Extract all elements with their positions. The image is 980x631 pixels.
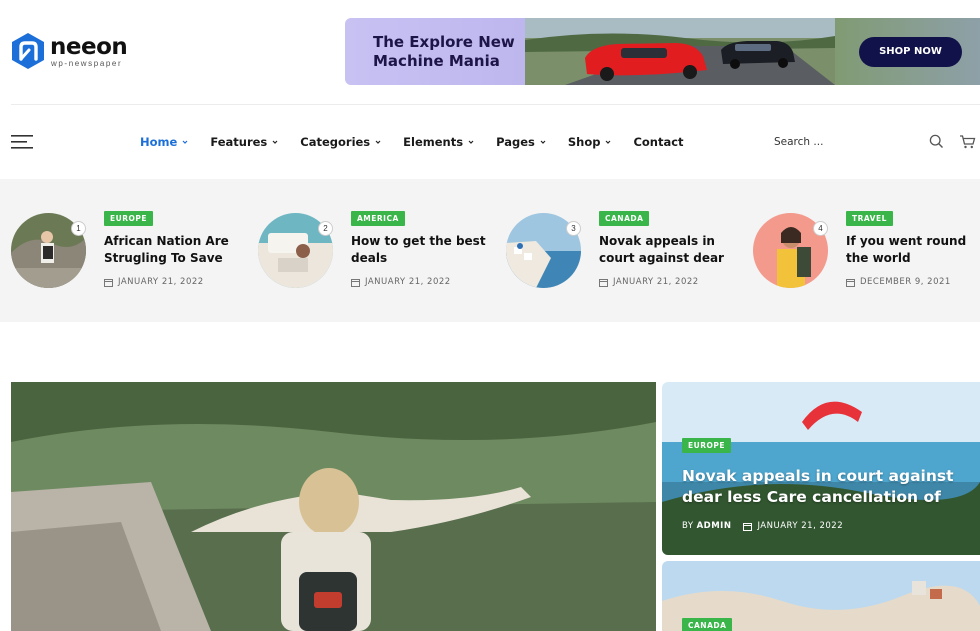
trending-date: JANUARY 21, 2022: [104, 277, 204, 287]
calendar-icon: [846, 278, 855, 287]
chevron-down-icon: [272, 140, 278, 144]
rank-badge: 4: [813, 221, 828, 236]
category-badge[interactable]: TRAVEL: [846, 211, 893, 226]
nav-item-categories[interactable]: Categories: [300, 134, 381, 150]
trending-item[interactable]: 2 AMERICA How to get the best deals JANU…: [258, 211, 498, 289]
author-link[interactable]: ADMIN: [697, 521, 732, 531]
trending-item[interactable]: 3 CANADA Novak appeals in court against …: [506, 211, 746, 289]
category-badge[interactable]: EUROPE: [682, 438, 731, 453]
cart-icon[interactable]: [959, 134, 976, 149]
rank-badge: 3: [566, 221, 581, 236]
calendar-icon: [351, 278, 360, 287]
search-icon[interactable]: [929, 134, 944, 149]
side-post-card[interactable]: CANADA: [662, 561, 980, 631]
nav-item-shop[interactable]: Shop: [568, 134, 612, 150]
trending-date: DECEMBER 9, 2021: [846, 277, 951, 287]
trending-title[interactable]: African Nation Are Strugling To Save: [104, 233, 246, 267]
search-input[interactable]: [774, 133, 924, 151]
logo-name: neeon: [50, 33, 128, 60]
shop-now-button[interactable]: SHOP NOW: [859, 37, 962, 67]
menu-icon[interactable]: [11, 135, 33, 149]
trending-date: JANUARY 21, 2022: [351, 277, 451, 287]
chevron-down-icon: [606, 140, 611, 144]
rank-badge: 1: [71, 221, 86, 236]
trending-item[interactable]: 1 EUROPE African Nation Are Strugling To…: [11, 211, 251, 289]
calendar-icon: [743, 522, 753, 531]
category-badge[interactable]: CANADA: [599, 211, 650, 226]
trending-item[interactable]: 4 TRAVEL If you went round the world DEC…: [753, 211, 980, 289]
calendar-icon: [599, 278, 608, 287]
trending-title[interactable]: How to get the best deals: [351, 233, 493, 267]
nav-item-home[interactable]: Home: [140, 134, 188, 150]
category-badge[interactable]: AMERICA: [351, 211, 405, 226]
chevron-down-icon: [468, 140, 474, 144]
trending-title[interactable]: If you went round the world: [846, 233, 980, 267]
chevron-down-icon: [375, 140, 381, 144]
nav-item-contact[interactable]: Contact: [633, 134, 683, 150]
hiker-photo: [11, 382, 656, 631]
main-nav: Home Features Categories Elements Pages …: [140, 134, 706, 150]
calendar-icon: [104, 278, 113, 287]
nav-item-elements[interactable]: Elements: [403, 134, 474, 150]
logo-mark-icon: [12, 33, 44, 69]
banner-title: The Explore New Machine Mania: [373, 33, 515, 70]
side-post-title[interactable]: Novak appeals in court against dear less…: [682, 466, 967, 508]
banner-cars-image: [525, 18, 835, 85]
side-post-meta: BY ADMIN JANUARY 21, 2022: [682, 521, 844, 531]
chevron-down-icon: [540, 140, 546, 144]
rank-badge: 2: [318, 221, 333, 236]
category-badge[interactable]: CANADA: [682, 618, 733, 631]
site-logo[interactable]: neeon wp-newspaper: [11, 32, 128, 70]
category-badge[interactable]: EUROPE: [104, 211, 153, 226]
nav-item-features[interactable]: Features: [210, 134, 278, 150]
featured-post-image[interactable]: [11, 382, 656, 631]
trending-date: JANUARY 21, 2022: [599, 277, 699, 287]
logo-tagline: wp-newspaper: [51, 58, 123, 68]
ad-banner[interactable]: The Explore New Machine Mania SHOP NOW: [345, 18, 980, 85]
header-divider: [11, 104, 980, 105]
nav-item-pages[interactable]: Pages: [496, 134, 546, 150]
trending-title[interactable]: Novak appeals in court against dear: [599, 233, 741, 267]
side-post-card[interactable]: EUROPE Novak appeals in court against de…: [662, 382, 980, 555]
chevron-down-icon: [182, 140, 188, 144]
